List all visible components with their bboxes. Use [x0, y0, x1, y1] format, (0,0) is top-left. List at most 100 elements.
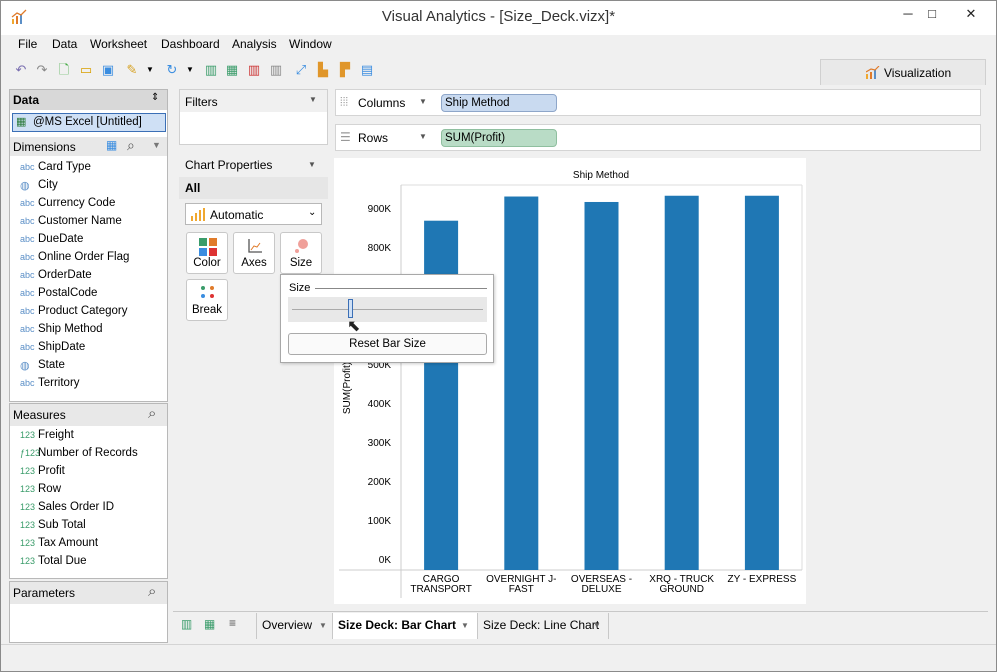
data-source-item[interactable]: ▦ @MS Excel [Untitled]: [12, 113, 166, 132]
bar[interactable]: [504, 196, 539, 570]
size-button[interactable]: Size: [280, 232, 322, 274]
measure-item[interactable]: ƒ123 Number of Records: [20, 444, 138, 462]
string-type-icon: abc: [20, 234, 35, 244]
data-panel-menu-icon[interactable]: ⇕: [151, 92, 159, 103]
new-worksheet-icon[interactable]: ▥: [202, 60, 220, 80]
dimension-label: Ship Method: [38, 323, 103, 335]
clear-sheet-icon[interactable]: ▥: [245, 60, 263, 80]
menu-dashboard[interactable]: Dashboard: [161, 37, 220, 51]
undo-icon[interactable]: ↶: [12, 60, 30, 80]
measure-item[interactable]: 123 Total Due: [20, 552, 87, 570]
maximize-button[interactable]: □: [918, 5, 946, 23]
menu-file[interactable]: File: [18, 37, 37, 51]
swap-axes-icon[interactable]: ⤢: [292, 60, 310, 80]
measure-item[interactable]: 123 Tax Amount: [20, 534, 98, 552]
dimension-item[interactable]: abc Card Type: [20, 158, 91, 176]
dimension-item[interactable]: abc ShipDate: [20, 338, 85, 356]
tab-dropdown-icon[interactable]: ▼: [593, 614, 601, 638]
columns-shelf[interactable]: ⦙⦙⦙ Columns ▼ Ship Method: [335, 89, 981, 116]
number-type-icon: 123: [20, 520, 36, 530]
data-source-icon[interactable]: ✎: [123, 60, 141, 80]
redo-icon[interactable]: ↷: [33, 60, 51, 80]
tab-label: Overview: [262, 618, 313, 632]
menu-worksheet[interactable]: Worksheet: [90, 37, 147, 51]
columns-label: Columns: [358, 96, 406, 110]
bar[interactable]: [664, 195, 699, 571]
data-source-dropdown-icon[interactable]: ▼: [141, 60, 159, 80]
measure-item[interactable]: 123 Freight: [20, 426, 74, 444]
tab-dropdown-icon[interactable]: ▼: [319, 614, 327, 638]
measure-label: Row: [38, 483, 62, 495]
filters-panel: Filters ▼: [179, 89, 328, 145]
tab-size-deck-line-chart[interactable]: Size Deck: Line Chart ▼: [478, 613, 609, 639]
dimension-item[interactable]: abc Online Order Flag: [20, 248, 129, 266]
break-button[interactable]: Break: [186, 279, 228, 321]
columns-dropdown-icon[interactable]: ▼: [419, 97, 427, 106]
tab-size-deck-bar-chart[interactable]: Size Deck: Bar Chart ▼: [333, 613, 478, 639]
menu-window[interactable]: Window: [289, 37, 332, 51]
refresh-dropdown-icon[interactable]: ▼: [181, 60, 199, 80]
tab-label: Size Deck: Bar Chart: [338, 618, 457, 632]
size-slider[interactable]: [288, 297, 487, 322]
sort-ascending-icon[interactable]: ▙: [314, 60, 332, 80]
scope-header[interactable]: All: [179, 177, 328, 199]
search-icon[interactable]: ⌕: [148, 583, 156, 600]
dimension-label: Territory: [38, 377, 80, 389]
dimension-item[interactable]: abc OrderDate: [20, 266, 92, 284]
mark-type-select[interactable]: Automatic ⌄: [185, 203, 322, 225]
visualization-label: Visualization: [884, 66, 952, 80]
chart-properties-dropdown-icon[interactable]: ▼: [308, 160, 316, 169]
table-view-icon[interactable]: ▦: [106, 138, 117, 152]
close-button[interactable]: ✕: [951, 5, 991, 23]
globe-icon: ◍: [20, 179, 30, 192]
new-sheet-icon[interactable]: 🗋: [55, 60, 73, 80]
dimension-item[interactable]: ◍ State: [20, 356, 65, 374]
parameters-panel: Parameters ⌕: [9, 581, 168, 643]
open-folder-icon[interactable]: ▭: [77, 60, 95, 80]
string-type-icon: abc: [20, 270, 35, 280]
sort-descending-icon[interactable]: ▛: [336, 60, 354, 80]
measure-item[interactable]: 123 Sales Order ID: [20, 498, 114, 516]
dimension-item[interactable]: abc DueDate: [20, 230, 83, 248]
measure-item[interactable]: 123 Sub Total: [20, 516, 86, 534]
duplicate-sheet-icon[interactable]: ▥: [267, 60, 285, 80]
dimensions-dropdown-icon[interactable]: ▼: [152, 140, 161, 150]
dimension-item[interactable]: abc Customer Name: [20, 212, 122, 230]
tab-dropdown-icon[interactable]: ▼: [461, 614, 469, 638]
search-icon[interactable]: ⌕: [127, 137, 135, 154]
tab-overview[interactable]: Overview ▼: [256, 613, 333, 639]
rows-shelf[interactable]: ☰ Rows ▼ SUM(Profit): [335, 124, 981, 151]
dimension-item[interactable]: abc Ship Method: [20, 320, 103, 338]
dimension-item[interactable]: ◍ City: [20, 176, 58, 194]
number-type-icon: 123: [20, 430, 36, 440]
menu-analysis[interactable]: Analysis: [232, 37, 277, 51]
columns-pill[interactable]: Ship Method: [441, 94, 557, 112]
refresh-icon[interactable]: ↻: [163, 60, 181, 80]
new-dashboard-icon[interactable]: ▦: [223, 60, 241, 80]
bar[interactable]: [744, 195, 779, 571]
bar[interactable]: [584, 201, 619, 571]
new-sheet-icon[interactable]: ▥: [181, 617, 192, 631]
reset-bar-size-button[interactable]: Reset Bar Size: [288, 333, 487, 355]
dimension-item[interactable]: abc Product Category: [20, 302, 128, 320]
rows-pill[interactable]: SUM(Profit): [441, 129, 557, 147]
string-type-icon: abc: [20, 216, 35, 226]
dimension-item[interactable]: abc Currency Code: [20, 194, 115, 212]
search-icon[interactable]: ⌕: [148, 405, 156, 422]
visualization-tab[interactable]: Visualization: [820, 59, 986, 85]
measure-item[interactable]: 123 Row: [20, 480, 61, 498]
sheet-list-icon[interactable]: ≡: [229, 616, 236, 630]
dimension-item[interactable]: abc Territory: [20, 374, 80, 392]
dimension-item[interactable]: abc PostalCode: [20, 284, 97, 302]
new-dashboard-icon[interactable]: ▦: [204, 617, 215, 631]
save-icon[interactable]: ▣: [99, 60, 117, 80]
color-icon: [199, 238, 217, 256]
axes-button[interactable]: Axes: [233, 232, 275, 274]
measure-item[interactable]: 123 Profit: [20, 462, 65, 480]
rows-dropdown-icon[interactable]: ▼: [419, 132, 427, 141]
color-button[interactable]: Color: [186, 232, 228, 274]
chevron-down-icon: ⌄: [308, 207, 317, 218]
fit-icon[interactable]: ▤: [358, 60, 376, 80]
filters-dropdown-icon[interactable]: ▼: [309, 95, 317, 104]
menu-data[interactable]: Data: [52, 37, 77, 51]
